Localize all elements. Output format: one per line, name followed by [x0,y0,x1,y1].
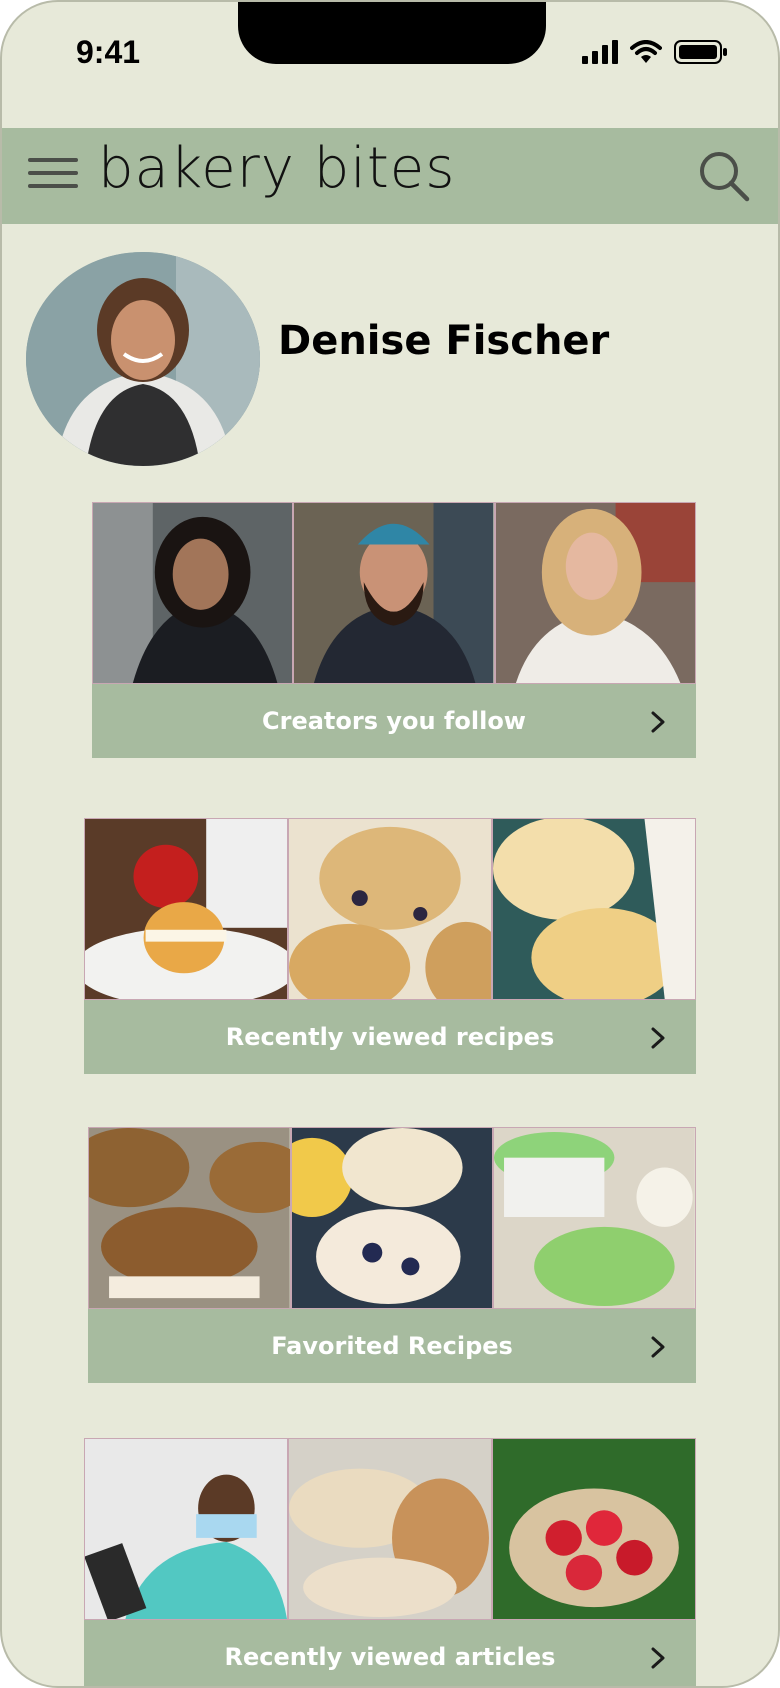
app-header: bakery bites [2,128,778,224]
wifi-icon [630,40,662,63]
articles-thumbnails [84,1438,696,1620]
recipe-thumbnail[interactable] [493,1127,697,1309]
recipe-thumbnail[interactable] [88,1127,291,1309]
creators-thumbnails [92,502,696,684]
phone-frame: 9:41 bakery bites Denise Fischer Creator… [0,0,780,1688]
article-thumbnail[interactable] [84,1438,288,1620]
recipe-thumbnail[interactable] [492,818,696,1000]
chevron-right-icon [651,711,665,733]
recipes-thumbnails [84,818,696,1000]
profile-name: Denise Fischer [278,318,610,364]
section-label: Recently viewed articles [224,1643,556,1671]
section-button[interactable]: Favorited Recipes [88,1309,696,1383]
notch [238,2,546,64]
chevron-right-icon [651,1027,665,1049]
article-thumbnail[interactable] [492,1438,696,1620]
recipe-thumbnail[interactable] [84,818,288,1000]
section-button[interactable]: Creators you follow [92,684,696,758]
section-recent-articles: Recently viewed articles [84,1438,696,1686]
status-bar: 9:41 [2,2,778,112]
avatar[interactable] [26,252,260,466]
app-title: bakery bites [98,136,456,201]
chevron-right-icon [651,1647,665,1669]
section-button[interactable]: Recently viewed recipes [84,1000,696,1074]
section-button[interactable]: Recently viewed articles [84,1620,696,1686]
section-recent-recipes: Recently viewed recipes [84,818,696,1074]
signal-icon [582,40,618,64]
search-icon[interactable] [696,148,752,204]
article-thumbnail[interactable] [288,1438,492,1620]
hamburger-menu-icon[interactable] [28,158,78,196]
recipe-thumbnail[interactable] [288,818,492,1000]
section-favorited-recipes: Favorited Recipes [88,1127,697,1383]
section-creators: Creators you follow [92,502,696,758]
section-label: Creators you follow [262,707,526,735]
chevron-right-icon [651,1336,665,1358]
status-time: 9:41 [76,34,141,70]
recipe-thumbnail[interactable] [290,1127,494,1309]
section-label: Favorited Recipes [271,1332,513,1360]
status-icons [582,40,728,64]
creator-thumbnail[interactable] [494,502,696,684]
creator-thumbnail[interactable] [92,502,294,684]
battery-icon [674,40,727,64]
creator-thumbnail[interactable] [293,502,495,684]
section-label: Recently viewed recipes [225,1023,555,1051]
favorites-thumbnails [88,1127,697,1309]
